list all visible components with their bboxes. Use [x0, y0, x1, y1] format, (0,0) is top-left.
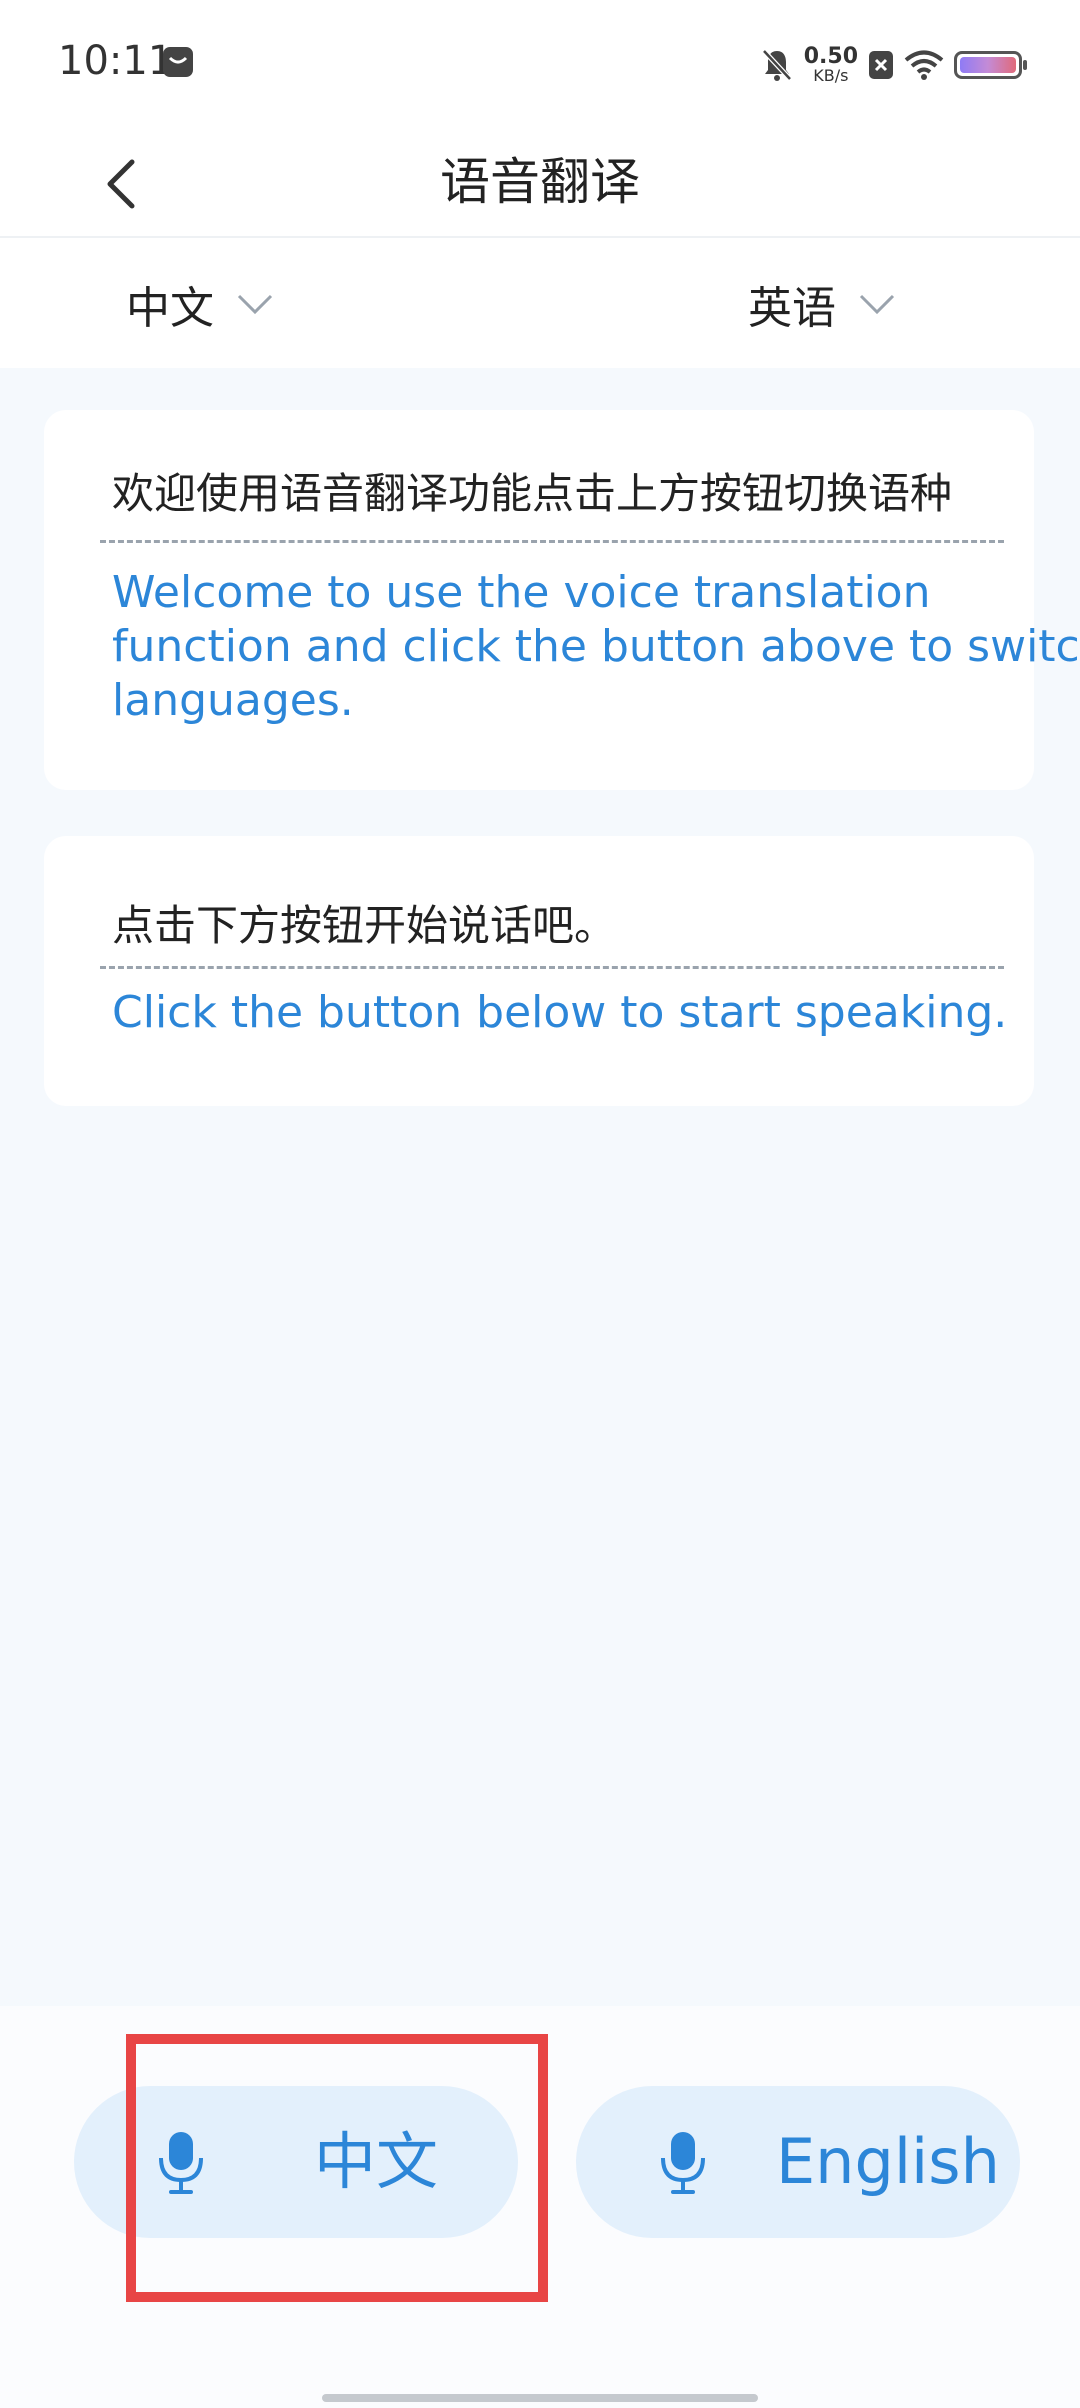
translation-card: 点击下方按钮开始说话吧。 Click the button below to s… — [44, 836, 1034, 1106]
network-speed-unit: KB/s — [813, 66, 849, 85]
notification-icon — [163, 47, 193, 77]
status-icons: 0.50 KB/s — [760, 40, 1027, 90]
status-time: 10:11 — [58, 38, 174, 84]
translation-card: 欢迎使用语音翻译功能点击上方按钮切换语种 Welcome to use the … — [44, 410, 1080, 790]
home-indicator[interactable] — [322, 2394, 758, 2402]
target-language-dropdown[interactable]: 英语 — [748, 272, 896, 336]
dashed-divider — [100, 966, 1004, 969]
translated-text: Click the button below to start speaking… — [112, 987, 1008, 1038]
bell-mute-icon — [761, 49, 792, 81]
status-bar: 10:11 0.50 KB/s — [0, 0, 1080, 128]
battery-icon — [954, 51, 1027, 79]
source-text: 点击下方按钮开始说话吧。 — [112, 901, 617, 950]
microphone-icon — [661, 2132, 705, 2194]
data-blocked-icon — [869, 51, 893, 79]
translated-text: Welcome to use the voice translation fun… — [112, 567, 1080, 726]
wifi-icon — [904, 50, 944, 80]
source-language-label: 中文 — [126, 283, 214, 334]
target-language-label: 英语 — [748, 283, 836, 334]
dashed-divider — [100, 540, 1004, 543]
speak-english-button[interactable]: English — [576, 2086, 1020, 2238]
speak-english-label: English — [776, 2125, 1000, 2198]
highlight-box — [126, 2034, 548, 2302]
source-text: 欢迎使用语音翻译功能点击上方按钮切换语种 — [112, 469, 953, 518]
source-language-dropdown[interactable]: 中文 — [126, 272, 274, 336]
network-speed-value: 0.50 — [803, 44, 858, 69]
chevron-down-icon — [859, 294, 895, 315]
network-speed: 0.50 KB/s — [804, 46, 858, 84]
app-header: 语音翻译 — [0, 128, 1080, 238]
chevron-down-icon — [237, 294, 273, 315]
page-title: 语音翻译 — [440, 153, 640, 211]
language-bar: 中文 英语 — [0, 238, 1080, 368]
